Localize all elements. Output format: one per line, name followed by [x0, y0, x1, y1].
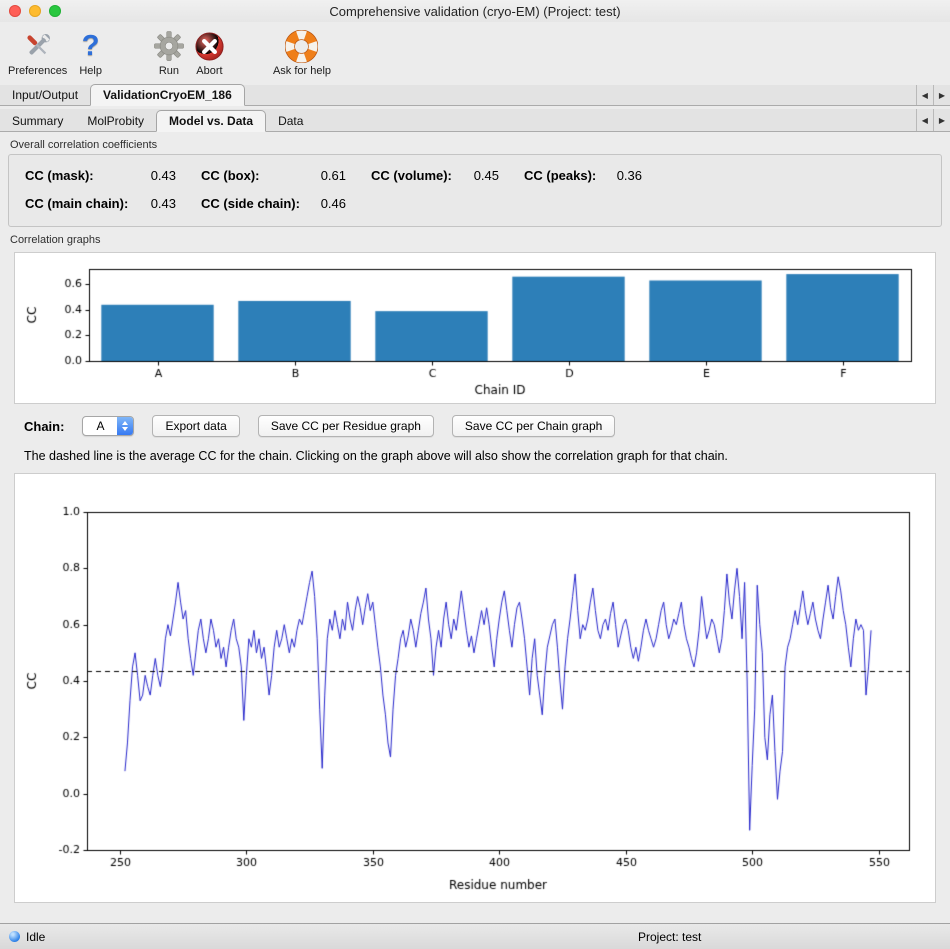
- chain-select-value: A: [83, 419, 117, 433]
- cc-row-1: CC (mask): 0.43 CC (box): 0.61 CC (volume)…: [25, 168, 941, 183]
- tab-summary[interactable]: Summary: [0, 111, 75, 131]
- project-label: Project: test: [638, 930, 701, 944]
- cc-box-value: 0.61: [321, 168, 346, 183]
- toolbar: Preferences ? Help Run: [0, 22, 950, 84]
- preferences-label: Preferences: [8, 65, 67, 78]
- tab-input-output[interactable]: Input/Output: [0, 85, 90, 105]
- chain-select[interactable]: A: [82, 416, 134, 436]
- lifesaver-icon: [285, 27, 318, 65]
- cc-mask-pair: CC (mask): 0.43: [25, 168, 176, 183]
- cc-per-chain-chart-panel: [14, 252, 936, 404]
- secondary-tab-bar: Summary MolProbity Model vs. Data Data ◀…: [0, 109, 950, 132]
- abort-button[interactable]: Abort: [194, 27, 225, 78]
- cc-side-chain-pair: CC (side chain): 0.46: [201, 196, 346, 211]
- dashed-line-help-text: The dashed line is the average CC for th…: [24, 449, 936, 463]
- save-cc-per-chain-button[interactable]: Save CC per Chain graph: [452, 415, 615, 437]
- cc-main-chain-value: 0.43: [151, 196, 176, 211]
- cc-per-residue-line-chart: [17, 476, 933, 900]
- minimize-button[interactable]: [29, 5, 41, 17]
- tab-scroll-left-icon[interactable]: ◀: [916, 85, 933, 105]
- cc-main-chain-pair: CC (main chain): 0.43: [25, 196, 176, 211]
- abort-x-icon: [194, 27, 225, 65]
- help-question-icon: ?: [82, 27, 100, 65]
- cc-box-label: CC (box):: [201, 168, 260, 183]
- tab-scroll-left-icon[interactable]: ◀: [916, 109, 933, 131]
- ask-for-help-label: Ask for help: [273, 65, 331, 78]
- preferences-tools-icon: [20, 27, 56, 65]
- cc-side-chain-value: 0.46: [321, 196, 346, 211]
- status-indicator-icon: [9, 931, 20, 942]
- cc-box-pair: CC (box): 0.61: [201, 168, 346, 183]
- cc-row-2: CC (main chain): 0.43 CC (side chain): 0.4…: [25, 196, 941, 211]
- overall-cc-groupbox: CC (mask): 0.43 CC (box): 0.61 CC (volume)…: [8, 154, 942, 227]
- cc-peaks-value: 0.36: [617, 168, 642, 183]
- tab-molprobity[interactable]: MolProbity: [75, 111, 156, 131]
- popup-stepper-icon: [117, 417, 133, 435]
- abort-label: Abort: [196, 65, 222, 78]
- cc-mask-label: CC (mask):: [25, 168, 94, 183]
- save-cc-per-residue-button[interactable]: Save CC per Residue graph: [258, 415, 434, 437]
- tab-validationcryoem-186[interactable]: ValidationCryoEM_186: [90, 84, 245, 106]
- title-bar: Comprehensive validation (cryo-EM) (Proj…: [0, 0, 950, 22]
- help-button[interactable]: ? Help: [79, 27, 102, 78]
- zoom-button[interactable]: [49, 5, 61, 17]
- traffic-lights: [9, 5, 61, 17]
- cc-peaks-label: CC (peaks):: [524, 168, 596, 183]
- close-button[interactable]: [9, 5, 21, 17]
- cc-per-chain-bar-chart[interactable]: [17, 255, 933, 401]
- export-data-button[interactable]: Export data: [152, 415, 239, 437]
- cc-volume-pair: CC (volume): 0.45: [371, 168, 499, 183]
- run-button[interactable]: Run: [154, 27, 184, 78]
- cc-main-chain-label: CC (main chain):: [25, 196, 128, 211]
- cc-per-residue-chart-panel: [14, 473, 936, 903]
- cc-volume-label: CC (volume):: [371, 168, 452, 183]
- cc-peaks-pair: CC (peaks): 0.36: [524, 168, 642, 183]
- run-label: Run: [159, 65, 179, 78]
- tab-data[interactable]: Data: [266, 111, 315, 131]
- tab-scroll-right-icon[interactable]: ▶: [933, 85, 950, 105]
- ask-for-help-button[interactable]: Ask for help: [273, 27, 331, 78]
- chain-controls-row: Chain: A Export data Save CC per Residue…: [24, 415, 950, 437]
- secondary-tab-scroll: ◀ ▶: [916, 109, 950, 131]
- cc-mask-value: 0.43: [151, 168, 176, 183]
- primary-tab-bar: Input/Output ValidationCryoEM_186 ◀ ▶: [0, 85, 950, 106]
- tab-model-vs-data[interactable]: Model vs. Data: [156, 110, 266, 132]
- status-bar: Idle Project: test: [0, 923, 950, 949]
- run-gear-icon: [154, 27, 184, 65]
- preferences-button[interactable]: Preferences: [8, 27, 67, 78]
- cc-volume-value: 0.45: [474, 168, 499, 183]
- primary-tab-scroll: ◀ ▶: [916, 85, 950, 105]
- cc-side-chain-label: CC (side chain):: [201, 196, 300, 211]
- tab-scroll-right-icon[interactable]: ▶: [933, 109, 950, 131]
- chain-label: Chain:: [24, 419, 64, 434]
- overall-cc-section-title: Overall correlation coefficients: [10, 139, 950, 151]
- window-title: Comprehensive validation (cryo-EM) (Proj…: [329, 4, 620, 19]
- help-label: Help: [79, 65, 102, 78]
- status-text: Idle: [26, 930, 45, 944]
- correlation-graphs-section-title: Correlation graphs: [10, 234, 950, 246]
